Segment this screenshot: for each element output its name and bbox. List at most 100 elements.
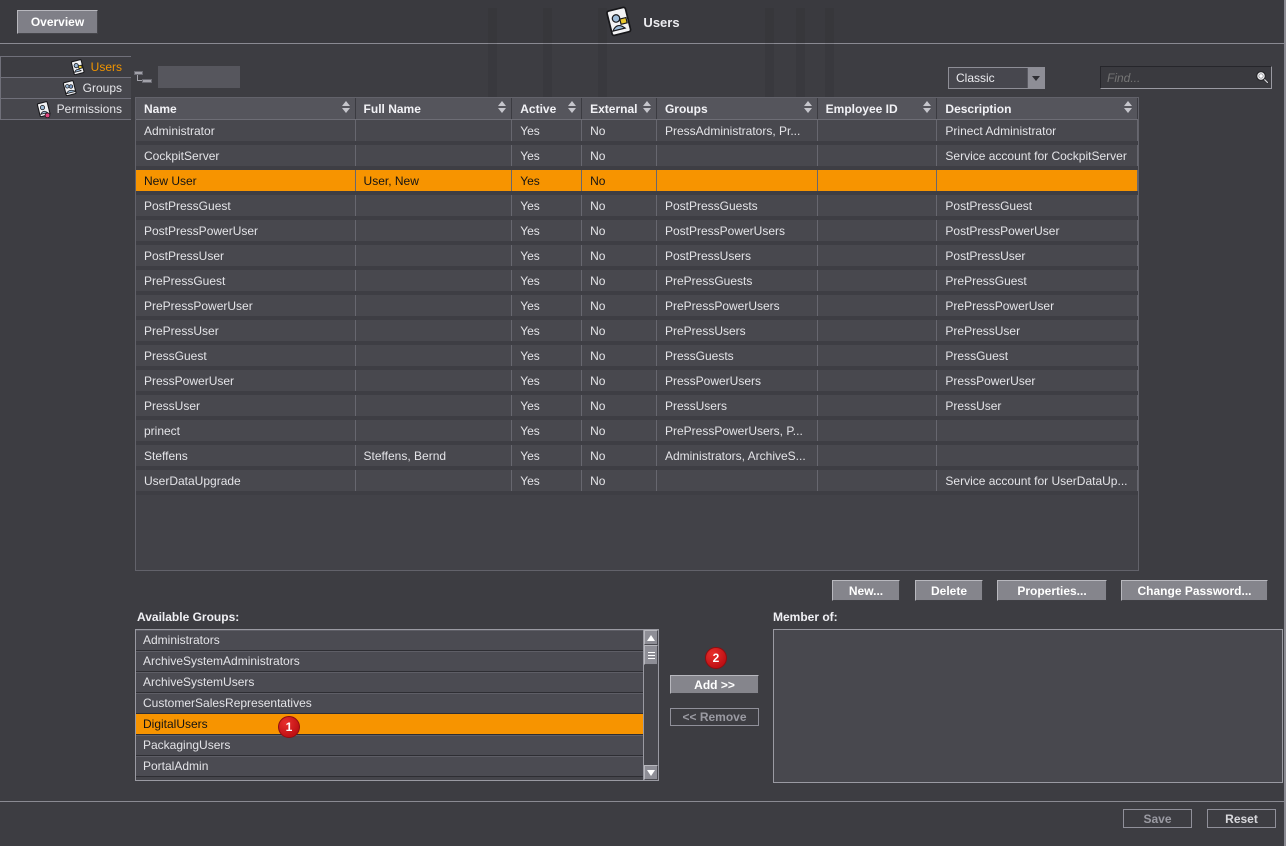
table-cell bbox=[657, 145, 818, 166]
table-cell: PostPressUser bbox=[136, 245, 356, 266]
sort-icon[interactable] bbox=[923, 101, 931, 113]
table-cell: CockpitServer bbox=[136, 145, 356, 166]
available-groups-list[interactable]: AdministratorsArchiveSystemAdministrator… bbox=[135, 629, 659, 781]
sort-icon[interactable] bbox=[804, 101, 812, 113]
table-cell: PressUser bbox=[136, 395, 356, 416]
table-cell: PressUser bbox=[937, 395, 1138, 416]
table-cell bbox=[356, 220, 513, 241]
filter-input[interactable] bbox=[158, 66, 240, 88]
table-row-prinect[interactable]: prinectYesNoPrePressPowerUsers, P... bbox=[136, 420, 1138, 445]
scroll-down-button[interactable] bbox=[644, 765, 658, 780]
table-cell: No bbox=[582, 145, 657, 166]
change-password-button[interactable]: Change Password... bbox=[1121, 580, 1268, 601]
column-header-groups[interactable]: Groups bbox=[657, 98, 818, 119]
group-list-item-portaladmin[interactable]: PortalAdmin bbox=[136, 756, 643, 777]
search-input[interactable] bbox=[1101, 71, 1254, 85]
table-cell bbox=[356, 395, 513, 416]
table-cell bbox=[818, 170, 938, 191]
table-cell: Steffens, Bernd bbox=[356, 445, 513, 466]
table-row-prepresspoweruser[interactable]: PrePressPowerUserYesNoPrePressPowerUsers… bbox=[136, 295, 1138, 320]
table-cell: Yes bbox=[512, 445, 582, 466]
column-header-external[interactable]: External bbox=[582, 98, 657, 119]
view-mode-select[interactable]: Classic bbox=[948, 67, 1045, 89]
table-cell bbox=[356, 120, 513, 141]
member-of-label: Member of: bbox=[773, 610, 838, 624]
group-list-item-customersalesrepresentatives[interactable]: CustomerSalesRepresentatives bbox=[136, 693, 643, 714]
new-button[interactable]: New... bbox=[832, 580, 900, 601]
scroll-up-button[interactable] bbox=[644, 630, 658, 645]
table-cell: PressPowerUser bbox=[937, 370, 1138, 391]
table-cell: No bbox=[582, 395, 657, 416]
table-cell: No bbox=[582, 245, 657, 266]
group-list-item-administrators[interactable]: Administrators bbox=[136, 630, 643, 651]
add-button[interactable]: Add >> bbox=[670, 675, 759, 694]
scrollbar-track[interactable] bbox=[644, 665, 658, 765]
scrollbar-thumb[interactable] bbox=[644, 645, 658, 665]
remove-button[interactable]: << Remove bbox=[670, 708, 759, 726]
table-row-prepressuser[interactable]: PrePressUserYesNoPrePressUsersPrePressUs… bbox=[136, 320, 1138, 345]
users-icon bbox=[70, 59, 85, 76]
delete-button[interactable]: Delete bbox=[915, 580, 983, 601]
column-header-active[interactable]: Active bbox=[512, 98, 582, 119]
overview-button[interactable]: Overview bbox=[17, 10, 98, 34]
table-row-postpressuser[interactable]: PostPressUserYesNoPostPressUsersPostPres… bbox=[136, 245, 1138, 270]
table-row-pressguest[interactable]: PressGuestYesNoPressGuestsPressGuest bbox=[136, 345, 1138, 370]
group-list-item-archivesystemusers[interactable]: ArchiveSystemUsers bbox=[136, 672, 643, 693]
table-cell bbox=[356, 245, 513, 266]
group-list-item-digitalusers[interactable]: DigitalUsers bbox=[136, 714, 643, 735]
column-header-employee-id[interactable]: Employee ID bbox=[818, 98, 938, 119]
group-list-item-packagingusers[interactable]: PackagingUsers bbox=[136, 735, 643, 756]
table-row-new-user[interactable]: New UserUser, NewYesNo bbox=[136, 170, 1138, 195]
table-row-steffens[interactable]: SteffensSteffens, BerndYesNoAdministrato… bbox=[136, 445, 1138, 470]
table-cell: Service account for UserDataUp... bbox=[937, 470, 1138, 491]
table-row-prepressguest[interactable]: PrePressGuestYesNoPrePressGuestsPrePress… bbox=[136, 270, 1138, 295]
column-header-name[interactable]: Name bbox=[136, 98, 356, 119]
chevron-down-icon[interactable] bbox=[1027, 68, 1044, 88]
sort-icon[interactable] bbox=[1124, 101, 1132, 113]
sidebar-item-groups[interactable]: Groups bbox=[0, 77, 131, 98]
sort-icon[interactable] bbox=[342, 101, 350, 113]
groups-scrollbar[interactable] bbox=[643, 630, 658, 780]
sort-icon[interactable] bbox=[643, 101, 651, 113]
available-groups-label: Available Groups: bbox=[137, 610, 239, 624]
table-cell: No bbox=[582, 195, 657, 216]
table-cell: No bbox=[582, 120, 657, 141]
save-button[interactable]: Save bbox=[1123, 809, 1192, 828]
table-cell bbox=[657, 470, 818, 491]
table-cell bbox=[818, 445, 938, 466]
sort-icon[interactable] bbox=[568, 101, 576, 113]
table-cell: PrePressPowerUser bbox=[937, 295, 1138, 316]
table-cell: PrePressUser bbox=[136, 320, 356, 341]
sort-icon[interactable] bbox=[498, 101, 506, 113]
sidebar-item-label: Groups bbox=[83, 81, 122, 95]
sidebar-item-label: Users bbox=[91, 60, 122, 74]
table-row-postpressguest[interactable]: PostPressGuestYesNoPostPressGuestsPostPr… bbox=[136, 195, 1138, 220]
member-of-list[interactable] bbox=[773, 629, 1283, 783]
sidebar-item-users[interactable]: Users bbox=[0, 56, 131, 77]
table-cell bbox=[818, 120, 938, 141]
application-window: Overview Users Users bbox=[0, 0, 1286, 846]
column-header-description[interactable]: Description bbox=[937, 98, 1138, 119]
table-row-presspoweruser[interactable]: PressPowerUserYesNoPressPowerUsersPressP… bbox=[136, 370, 1138, 395]
watermark-stripe bbox=[796, 8, 805, 100]
table-cell: Service account for CockpitServer bbox=[937, 145, 1138, 166]
table-row-administrator[interactable]: AdministratorYesNoPressAdministrators, P… bbox=[136, 120, 1138, 145]
sidebar-item-permissions[interactable]: Permissions bbox=[0, 98, 131, 119]
table-cell: No bbox=[582, 420, 657, 441]
table-row-cockpitserver[interactable]: CockpitServerYesNoService account for Co… bbox=[136, 145, 1138, 170]
table-row-postpresspoweruser[interactable]: PostPressPowerUserYesNoPostPressPowerUse… bbox=[136, 220, 1138, 245]
properties-button[interactable]: Properties... bbox=[997, 580, 1107, 601]
table-row-userdataupgrade[interactable]: UserDataUpgradeYesNoService account for … bbox=[136, 470, 1138, 495]
reset-button[interactable]: Reset bbox=[1207, 809, 1276, 828]
table-cell: No bbox=[582, 270, 657, 291]
table-cell bbox=[356, 270, 513, 291]
table-cell: Yes bbox=[512, 470, 582, 491]
table-cell: No bbox=[582, 170, 657, 191]
table-row-pressuser[interactable]: PressUserYesNoPressUsersPressUser bbox=[136, 395, 1138, 420]
search-icon[interactable] bbox=[1254, 69, 1271, 86]
table-cell: No bbox=[582, 320, 657, 341]
available-groups-items: AdministratorsArchiveSystemAdministrator… bbox=[136, 630, 643, 780]
column-header-full-name[interactable]: Full Name bbox=[356, 98, 513, 119]
group-list-item-archivesystemadministrators[interactable]: ArchiveSystemAdministrators bbox=[136, 651, 643, 672]
hierarchy-filter-icon[interactable] bbox=[134, 69, 154, 85]
